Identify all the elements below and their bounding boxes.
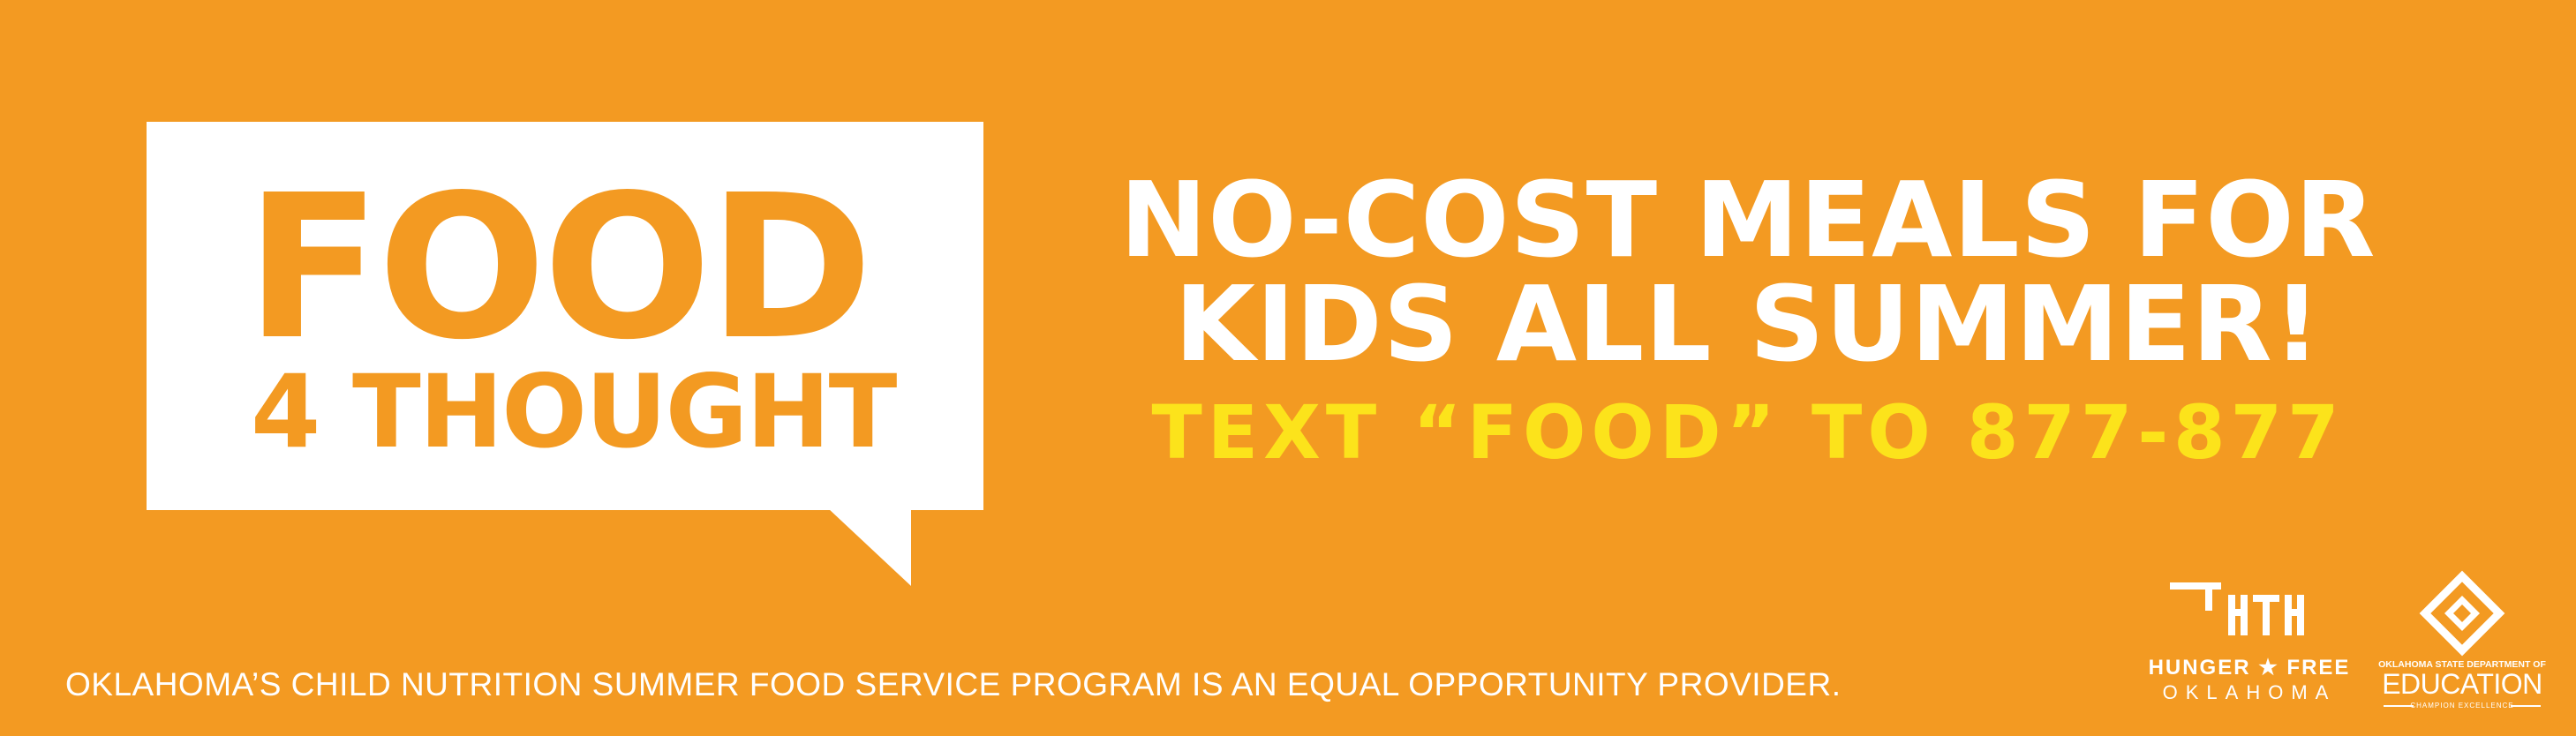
- oklahoma-education-icon: [2419, 570, 2505, 657]
- logo-4-thought-text: 4 THOUGHT: [251, 353, 897, 470]
- oklahoma-text: OKLAHOMA: [2162, 681, 2337, 703]
- oklahoma-education-logo: OKLAHOMA STATE DEPARTMENT OF EDUCATION C…: [2378, 569, 2546, 719]
- text-to-call-to-action: TEXT “FOOD” TO 877-877: [1151, 389, 2345, 476]
- hunger-free-oklahoma-logo: HUNGER ★ FREE OKLAHOMA: [2135, 574, 2364, 715]
- education-title: EDUCATION: [2382, 668, 2542, 700]
- headline-line-2: KIDS ALL SUMMER!: [1174, 263, 2322, 385]
- hunger-free-oklahoma-icon: [2170, 582, 2304, 635]
- headline: NO-COST MEALS FOR KIDS ALL SUMMER!: [1059, 168, 2437, 376]
- tagline-rule-right: [2511, 705, 2541, 707]
- logo-food-text: FOOD: [245, 153, 873, 384]
- equal-opportunity-footer: OKLAHOMA’S CHILD NUTRITION SUMMER FOOD S…: [65, 666, 1842, 702]
- speech-bubble: FOOD 4 THOUGHT: [147, 122, 983, 510]
- headline-line-1: NO-COST MEALS FOR: [1119, 159, 2376, 281]
- hunger-free-text: HUNGER ★ FREE: [2148, 656, 2351, 680]
